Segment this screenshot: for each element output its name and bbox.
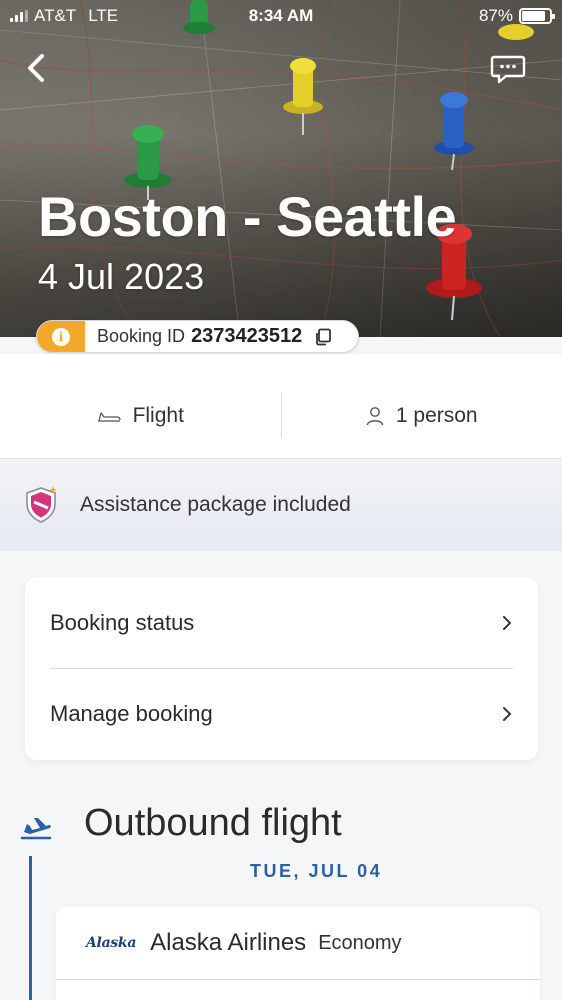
traveller-count-label: 1 person [395, 404, 478, 427]
yellow-pin-icon [283, 58, 323, 135]
chat-icon[interactable] [490, 54, 526, 84]
airline-logo: Alaska [86, 935, 137, 951]
battery-percent: 87% [478, 6, 513, 25]
route-title: Boston - Seattle [38, 185, 457, 248]
airline-row: Alaska Alaska Airlines Economy [56, 907, 540, 980]
assistance-banner[interactable]: Assistance package included [0, 458, 562, 551]
shield-badge-icon [26, 486, 57, 523]
chevron-right-icon [503, 707, 511, 721]
pill-info-badge: i [37, 321, 85, 352]
travel-date: 4 Jul 2023 [38, 256, 205, 297]
status-bar: AT&T LTE 8:34 AM 87% [0, 0, 562, 32]
chevron-right-icon [503, 615, 511, 630]
trip-type: Flight [0, 354, 281, 458]
copy-icon[interactable] [314, 328, 332, 346]
info-icon: i [52, 327, 70, 346]
assistance-text: Assistance package included [80, 493, 351, 516]
cabin-class: Economy [318, 931, 402, 954]
flight-day-label: TUE, JUL 04 [250, 861, 383, 881]
flight-card[interactable]: Alaska Alaska Airlines Economy [56, 907, 540, 1000]
outbound-title: Outbound flight [84, 802, 342, 844]
status-time: 8:34 AM [248, 6, 314, 25]
booking-status-label: Booking status [50, 609, 195, 635]
manage-booking-label: Manage booking [50, 701, 213, 726]
hero-banner: AT&T LTE 8:34 AM 87% Boston - Seattle 4 … [0, 0, 562, 337]
battery-icon [519, 8, 555, 24]
booking-actions-card: Booking status Manage booking [25, 577, 538, 760]
booking-status-row[interactable]: Booking status [25, 577, 538, 668]
back-arrow-icon[interactable] [20, 50, 54, 86]
person-icon [366, 407, 384, 426]
booking-id-label: Booking ID [97, 326, 186, 346]
timeline-line [29, 856, 32, 1000]
trip-type-label: Flight [132, 404, 184, 427]
traveller-count: 1 person [282, 354, 562, 458]
booking-id-pill: i Booking ID 2373423512 [36, 320, 359, 353]
booking-id-value: 2373423512 [191, 325, 303, 347]
airline-name: Alaska Airlines [150, 929, 307, 956]
plane-takeoff-icon [20, 818, 52, 840]
manage-booking-row[interactable]: Manage booking [50, 668, 513, 759]
flight-icon [97, 412, 121, 422]
trip-summary: Flight 1 person [0, 354, 562, 458]
blue-pin-icon [434, 92, 474, 170]
